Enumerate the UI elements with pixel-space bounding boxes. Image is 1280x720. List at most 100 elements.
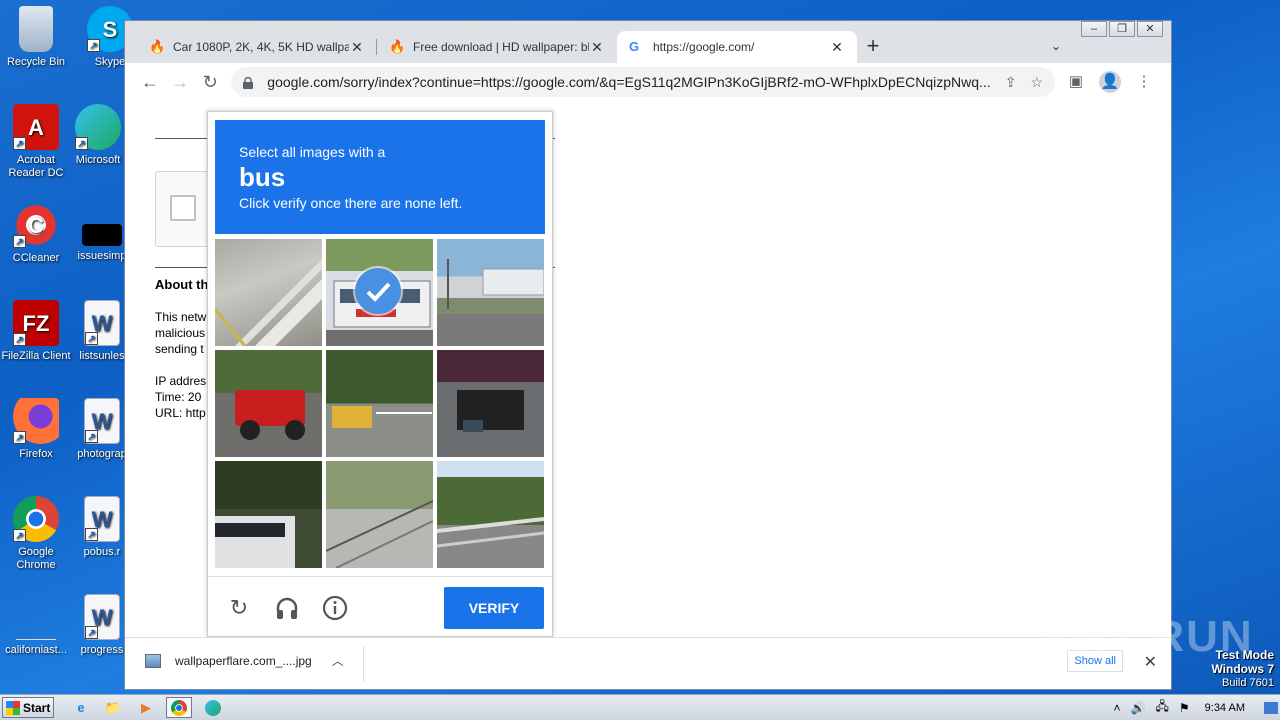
word-doc-icon: W ↗ bbox=[84, 594, 120, 640]
instruction-subtext: Click verify once there are none left. bbox=[239, 195, 463, 211]
close-tab-icon[interactable]: ✕ bbox=[349, 39, 365, 56]
address-bar[interactable]: google.com/sorry/index?continue=https://… bbox=[231, 67, 1055, 97]
tab-free-download[interactable]: 🔥 Free download | HD wallpaper: black ✕ bbox=[377, 31, 617, 63]
desktop-icon-google-chrome[interactable]: ↗ Google Chrome bbox=[0, 496, 72, 572]
page-content: About th This netw malicious sending t I… bbox=[125, 101, 1171, 637]
edge-taskbar-icon[interactable] bbox=[200, 697, 226, 718]
media-player-taskbar-icon[interactable]: ▶ bbox=[133, 697, 159, 718]
download-item[interactable]: wallpaperflare.com_....jpg ︿ bbox=[145, 652, 344, 669]
close-tab-icon[interactable]: ✕ bbox=[829, 39, 845, 56]
action-center-flag-icon[interactable]: ⚑ bbox=[1179, 701, 1190, 715]
tab-title: Car 1080P, 2K, 4K, 5K HD wallpapers bbox=[173, 40, 349, 54]
bookmark-star-icon[interactable]: ☆ bbox=[1030, 74, 1043, 91]
captcha-tile[interactable] bbox=[215, 350, 322, 457]
info-icon[interactable] bbox=[322, 595, 348, 621]
audio-challenge-headphones-icon[interactable] bbox=[274, 595, 300, 621]
captcha-tile[interactable] bbox=[437, 239, 544, 346]
start-button[interactable]: Start bbox=[2, 697, 54, 718]
instruction-text: Select all images with a bbox=[239, 144, 386, 160]
show-hidden-icons-chevron-icon[interactable]: ˄ bbox=[1114, 701, 1121, 715]
chrome-taskbar-icon[interactable] bbox=[166, 697, 192, 718]
recycle-bin-icon bbox=[19, 6, 53, 52]
chevron-up-icon[interactable]: ︿ bbox=[332, 652, 344, 669]
forward-button[interactable]: → bbox=[165, 66, 195, 98]
share-icon[interactable]: ⇪ bbox=[1005, 74, 1017, 91]
divider bbox=[363, 646, 364, 682]
captcha-tile[interactable] bbox=[437, 461, 544, 568]
close-tab-icon[interactable]: ✕ bbox=[589, 39, 605, 56]
word-doc-icon: W ↗ bbox=[84, 496, 120, 542]
desktop-icon-firefox[interactable]: ↗ Firefox bbox=[0, 398, 72, 461]
close-window-button[interactable]: ✕ bbox=[1137, 21, 1163, 37]
about-title: About th bbox=[155, 277, 209, 292]
desktop-icon-label: pobus.r bbox=[83, 546, 121, 558]
file-icon bbox=[16, 594, 56, 640]
flame-favicon-icon: 🔥 bbox=[389, 39, 406, 54]
edge-icon: ↗ bbox=[75, 104, 121, 150]
url-text: google.com/sorry/index?continue=https://… bbox=[267, 74, 991, 90]
tab-car-wallpapers[interactable]: 🔥 Car 1080P, 2K, 4K, 5K HD wallpapers ✕ bbox=[137, 31, 377, 63]
desktop-icon-label: CCleaner bbox=[12, 252, 60, 264]
browser-window: ‒ ❐ ✕ 🔥 Car 1080P, 2K, 4K, 5K HD wallpap… bbox=[124, 20, 1172, 690]
captcha-tile[interactable] bbox=[326, 350, 433, 457]
show-desktop-icon[interactable] bbox=[1264, 701, 1278, 714]
about-text: malicious bbox=[155, 326, 206, 340]
clock[interactable]: 9:34 AM bbox=[1205, 702, 1245, 714]
side-panel-icon[interactable]: ▣ bbox=[1065, 71, 1087, 93]
captcha-tile-selected[interactable] bbox=[326, 239, 433, 346]
recaptcha-checkbox-widget bbox=[155, 171, 211, 247]
desktop-icon-label: californiast... bbox=[5, 644, 67, 656]
tab-google[interactable]: G https://google.com/ ✕ bbox=[617, 31, 857, 63]
back-button[interactable]: ← bbox=[135, 66, 165, 98]
recaptcha-checkbox[interactable] bbox=[170, 195, 196, 221]
firefox-icon: ↗ bbox=[13, 398, 59, 444]
desktop-icon-ccleaner[interactable]: C ↗ CCleaner bbox=[0, 202, 72, 265]
volume-icon[interactable]: 🔊 bbox=[1131, 701, 1146, 715]
ccleaner-icon: C ↗ bbox=[13, 202, 59, 248]
desktop-icon-label: FileZilla Client bbox=[1, 350, 71, 362]
test-mode-text: Test Mode bbox=[1215, 648, 1274, 662]
desktop-icon-label: issuesimp bbox=[77, 250, 127, 262]
word-doc-icon: W ↗ bbox=[84, 398, 120, 444]
download-filename: wallpaperflare.com_....jpg bbox=[175, 653, 312, 668]
chrome-icon: ↗ bbox=[13, 496, 59, 542]
tab-search-chevron-icon[interactable]: ⌄ bbox=[1051, 39, 1061, 53]
captcha-tile[interactable] bbox=[326, 461, 433, 568]
acrobat-icon: A ↗ bbox=[13, 104, 59, 150]
profile-avatar-icon[interactable]: 👤 bbox=[1099, 71, 1121, 93]
captcha-image-grid bbox=[215, 239, 545, 568]
desktop-icon-label: Skype bbox=[94, 56, 126, 68]
reload-button[interactable]: ↻ bbox=[195, 66, 225, 98]
flame-favicon-icon: 🔥 bbox=[149, 39, 166, 54]
build-text: Build 7601 bbox=[1222, 677, 1274, 689]
captcha-tile[interactable] bbox=[215, 461, 322, 568]
desktop-icon-label: listsunles bbox=[79, 350, 125, 362]
new-tab-button[interactable]: + bbox=[857, 31, 889, 63]
test-mode-notice: Test Mode Windows 7 Build 7601 bbox=[1211, 648, 1274, 690]
captcha-tile[interactable] bbox=[437, 350, 544, 457]
word-doc-icon: W ↗ bbox=[84, 300, 120, 346]
network-icon[interactable]: 🖧 bbox=[1155, 697, 1168, 718]
desktop-icon-recycle-bin[interactable]: Recycle Bin bbox=[0, 6, 72, 69]
desktop-icon-californiast[interactable]: californiast... bbox=[0, 594, 72, 657]
verify-button[interactable]: VERIFY bbox=[444, 587, 544, 629]
reload-challenge-icon[interactable]: ↻ bbox=[226, 595, 252, 621]
about-text: This netw bbox=[155, 310, 207, 324]
ip-address-text: IP addres bbox=[155, 374, 207, 388]
desktop-icon-filezilla[interactable]: FZ ↗ FileZilla Client bbox=[0, 300, 72, 363]
desktop-icon-label: photograp bbox=[77, 448, 127, 460]
restore-button[interactable]: ❐ bbox=[1109, 21, 1135, 37]
captcha-tile[interactable] bbox=[215, 239, 322, 346]
filezilla-icon: FZ ↗ bbox=[13, 300, 59, 346]
minimize-button[interactable]: ‒ bbox=[1081, 21, 1107, 37]
target-object-text: bus bbox=[239, 162, 286, 192]
file-explorer-taskbar-icon[interactable]: 📁 bbox=[100, 697, 126, 718]
about-section: About th This netw malicious sending t I… bbox=[155, 277, 208, 421]
selected-checkmark-icon bbox=[355, 268, 401, 314]
internet-explorer-taskbar-icon[interactable]: e bbox=[68, 697, 94, 718]
menu-kebab-icon[interactable]: ⋮ bbox=[1133, 71, 1155, 93]
google-favicon-icon: G bbox=[629, 39, 640, 54]
system-tray: ˄ 🔊 🖧 ⚑ 9:34 AM bbox=[1109, 695, 1280, 720]
about-text: sending t bbox=[155, 342, 204, 356]
desktop-icon-label: Acrobat Reader DC bbox=[8, 154, 64, 179]
